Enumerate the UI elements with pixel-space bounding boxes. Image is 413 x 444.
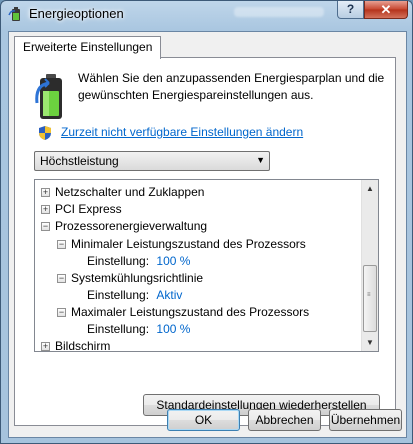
power-plan-select[interactable]: Höchstleistung ▼ [34, 151, 270, 171]
tree-item-label: Prozessorenergieverwaltung [55, 219, 208, 233]
setting-label: Einstellung: [87, 322, 150, 336]
tab-panel: Wählen Sie den anzupassenden Energiespar… [14, 57, 396, 426]
shield-icon [39, 126, 51, 140]
battery-icon [35, 74, 62, 119]
dialog-client: Erweiterte Einstellungen Wählen Sie den … [8, 31, 407, 438]
title-bar[interactable]: Energieoptionen ? ✕ [1, 1, 412, 27]
change-unavailable-settings-link[interactable]: Zurzeit nicht verfügbare Einstellungen ä… [61, 125, 303, 139]
tab-advanced-settings[interactable]: Erweiterte Einstellungen [14, 36, 162, 59]
power-options-icon [8, 7, 20, 21]
expand-icon[interactable]: + [41, 342, 50, 351]
tree-item-setting[interactable]: Einstellung: 100 % [87, 253, 190, 270]
setting-label: Einstellung: [87, 254, 150, 268]
window-title: Energieoptionen [29, 6, 124, 21]
scroll-up-button[interactable]: ▲ [362, 180, 378, 197]
tree-item-setting[interactable]: Einstellung: Aktiv [87, 287, 182, 304]
tree-item-label: Maximaler Leistungszustand des Prozessor… [71, 305, 310, 319]
tree-item-label: Bildschirm [55, 339, 111, 351]
collapse-icon[interactable]: − [41, 222, 50, 231]
tree-item-setting[interactable]: Einstellung: 100 % [87, 321, 190, 338]
help-button[interactable]: ? [337, 1, 364, 19]
apply-button[interactable]: Übernehmen [329, 409, 402, 431]
setting-value[interactable]: 100 % [156, 322, 190, 336]
tree-scrollbar[interactable]: ▲ ≡ ▼ [361, 180, 378, 351]
tree-item-label: Systemkühlungsrichtlinie [71, 271, 204, 285]
chevron-down-icon: ▼ [256, 155, 265, 165]
intro-text: Wählen Sie den anzupassenden Energiespar… [78, 71, 385, 102]
cancel-button[interactable]: Abbrechen [248, 409, 321, 431]
scroll-thumb[interactable]: ≡ [363, 265, 377, 332]
setting-label: Einstellung: [87, 288, 150, 302]
grip-icon: ≡ [367, 292, 371, 298]
expand-icon[interactable]: + [41, 188, 50, 197]
collapse-icon[interactable]: − [57, 240, 66, 249]
close-button[interactable]: ✕ [364, 1, 408, 19]
tree-item-label: Minimaler Leistungszustand des Prozessor… [71, 237, 306, 251]
dialog-window: Energieoptionen ? ✕ Erweiterte Einstellu… [0, 0, 413, 444]
setting-value[interactable]: 100 % [156, 254, 190, 268]
setting-value[interactable]: Aktiv [156, 288, 182, 302]
tree-item-label: PCI Express [55, 202, 122, 216]
tree-viewport: + Netzschalter und Zuklappen + PCI Expre… [35, 180, 362, 351]
collapse-icon[interactable]: − [57, 274, 66, 283]
tree-item-label: Netzschalter und Zuklappen [55, 185, 205, 199]
settings-tree[interactable]: + Netzschalter und Zuklappen + PCI Expre… [34, 179, 379, 352]
background-window-title [234, 7, 324, 17]
power-plan-value: Höchstleistung [40, 154, 119, 168]
ok-button[interactable]: OK [167, 409, 240, 431]
collapse-icon[interactable]: − [57, 308, 66, 317]
expand-icon[interactable]: + [41, 205, 50, 214]
scroll-down-button[interactable]: ▼ [362, 334, 378, 351]
